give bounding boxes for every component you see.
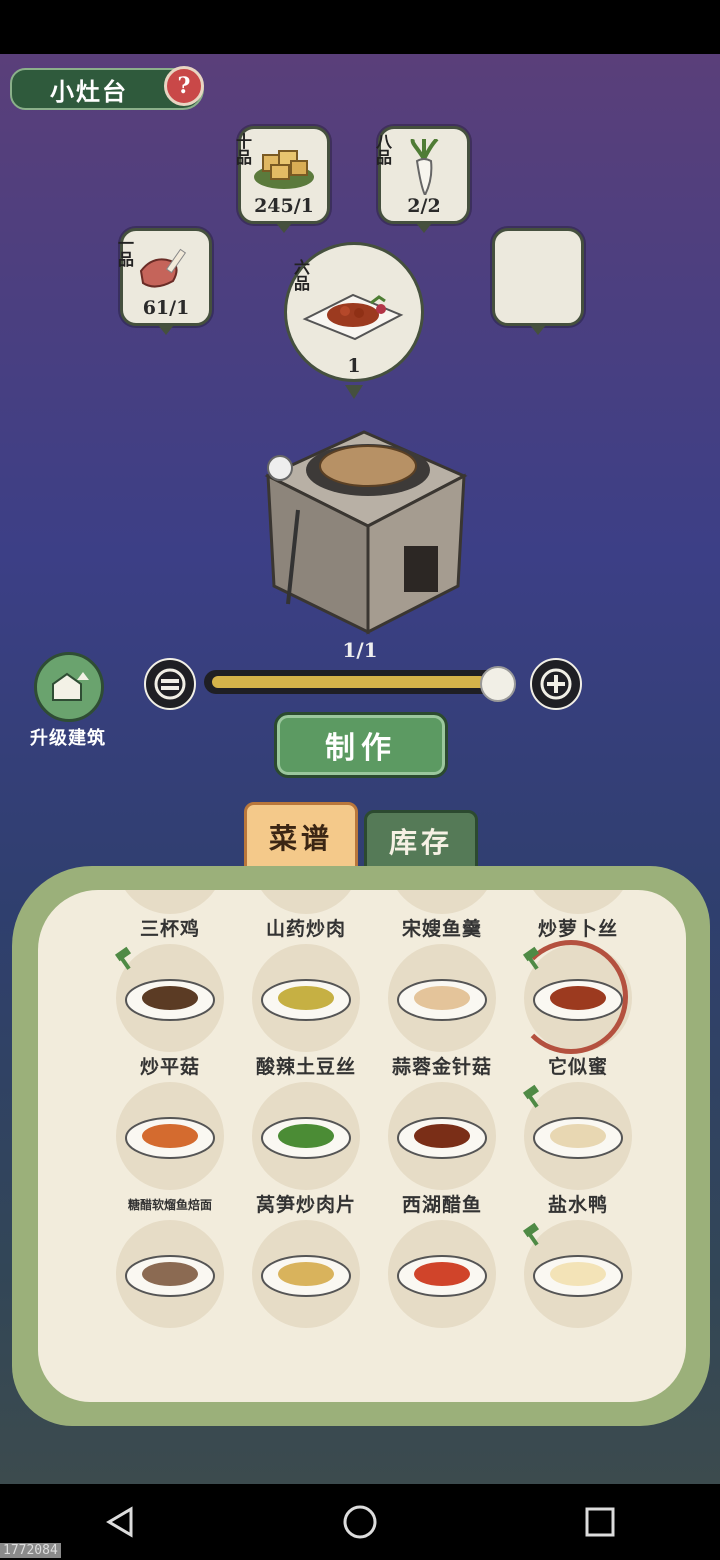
dish-icon xyxy=(125,1117,215,1159)
recipe-item[interactable]: 炒平菇 xyxy=(102,944,238,1080)
recipe-name: 炒萝卜丝 xyxy=(537,918,618,940)
ingredient-slot-empty[interactable] xyxy=(492,228,584,335)
tofu-icon xyxy=(254,150,314,189)
slot-grade: 一品 xyxy=(115,235,134,267)
hammer-icon xyxy=(114,946,132,970)
meat-icon xyxy=(139,248,187,288)
dish-icon xyxy=(533,1255,623,1297)
game-screen: 小灶台 ? 十品 245/1 八品 2/2 一品 61/1 六品 1 1/1 升… xyxy=(0,54,720,1484)
recipe-item[interactable]: 西湖醋鱼 xyxy=(374,1082,510,1218)
recipe-name: 三杯鸡 xyxy=(139,918,200,940)
recipe-item[interactable]: 糖醋软熘鱼焙面 xyxy=(102,1082,238,1218)
status-bar xyxy=(0,0,720,54)
dish-icon xyxy=(397,979,487,1021)
product-count: 1 xyxy=(347,355,361,377)
upgrade-building-button[interactable]: 升级建筑 xyxy=(20,652,116,750)
recipe-item[interactable]: 蒜蓉金针菇 xyxy=(374,944,510,1080)
page-title: 小灶台 xyxy=(50,77,128,106)
stove-image xyxy=(264,430,468,635)
recipe-name: 西湖醋鱼 xyxy=(401,1194,482,1216)
decrease-button[interactable] xyxy=(144,658,196,710)
upgrade-label: 升级建筑 xyxy=(30,728,106,749)
make-button[interactable]: 制作 xyxy=(274,712,448,778)
recipe-name: 宋嫂鱼羹 xyxy=(401,918,482,940)
recipe-name: 蒜蓉金针菇 xyxy=(391,1056,492,1078)
hammer-icon xyxy=(522,1222,540,1246)
recipe-item[interactable]: 它似蜜 xyxy=(510,940,646,1080)
system-nav-bar xyxy=(0,1484,720,1560)
dish-icon xyxy=(261,1255,351,1297)
tab-recipes[interactable]: 菜谱 xyxy=(244,802,358,872)
recipe-panel: 三杯鸡 山药炒肉 宋嫂鱼羹 炒萝卜丝炒平菇 酸辣土豆丝 蒜蓉金针菇 它似蜜糖醋软熘鱼焙面 莴笋… xyxy=(12,866,710,1426)
product-slot[interactable]: 六品 1 xyxy=(284,242,424,399)
recipe-item[interactable] xyxy=(102,1220,238,1356)
build-id: 1772084 xyxy=(0,1543,61,1558)
back-icon xyxy=(106,1506,133,1538)
recipe-list: 三杯鸡 山药炒肉 宋嫂鱼羹 炒萝卜丝炒平菇 酸辣土豆丝 蒜蓉金针菇 它似蜜糖醋软熘鱼焙面 莴笋… xyxy=(38,890,686,1402)
minus-icon xyxy=(154,668,186,700)
home-icon xyxy=(343,1505,377,1539)
radish-icon xyxy=(410,139,439,195)
title-banner: 小灶台 ? xyxy=(10,64,216,110)
recipe-name: 它似蜜 xyxy=(547,1056,608,1078)
slot-count: 245/1 xyxy=(254,195,314,217)
ingredient-slot-1[interactable]: 十品 245/1 xyxy=(233,126,330,233)
recipe-item[interactable] xyxy=(238,1220,374,1356)
recipe-name: 糖醋软熘鱼焙面 xyxy=(127,1198,212,1212)
recipe-name: 山药炒肉 xyxy=(265,918,346,940)
recipe-item[interactable]: 炒萝卜丝 xyxy=(510,890,646,942)
recipe-plate xyxy=(116,890,224,914)
recipe-name: 炒平菇 xyxy=(139,1056,200,1078)
dish-icon xyxy=(261,1117,351,1159)
ingredient-slot-2[interactable]: 八品 2/2 xyxy=(373,126,470,233)
increase-button[interactable] xyxy=(530,658,582,710)
recipe-item[interactable]: 三杯鸡 xyxy=(102,890,238,942)
dish-icon xyxy=(533,1117,623,1159)
dish-icon xyxy=(125,979,215,1021)
recipe-item[interactable]: 酸辣土豆丝 xyxy=(238,944,374,1080)
recipe-plate xyxy=(252,890,360,914)
hammer-icon xyxy=(522,1084,540,1108)
slot-grade: 八品 xyxy=(373,133,392,165)
dish-icon xyxy=(397,1117,487,1159)
home-button[interactable] xyxy=(330,1492,390,1552)
recipe-plate xyxy=(388,890,496,914)
tab-storage[interactable]: 库存 xyxy=(364,810,478,872)
dish-icon xyxy=(533,979,623,1021)
quantity-slider[interactable] xyxy=(204,666,516,702)
recipe-item[interactable]: 莴笋炒肉片 xyxy=(238,1082,374,1218)
help-icon[interactable]: ? xyxy=(164,66,204,106)
recents-button[interactable] xyxy=(570,1492,630,1552)
recipe-item[interactable]: 山药炒肉 xyxy=(238,890,374,942)
recipe-plate xyxy=(524,890,632,914)
hammer-icon xyxy=(522,946,540,970)
recipe-name: 酸辣土豆丝 xyxy=(255,1056,356,1078)
dish-icon xyxy=(302,293,404,341)
plus-icon xyxy=(540,668,572,700)
back-button[interactable] xyxy=(90,1492,150,1552)
recents-icon xyxy=(585,1507,615,1537)
slider-fill xyxy=(212,676,486,688)
recipe-name: 莴笋炒肉片 xyxy=(255,1194,356,1216)
recipe-item[interactable]: 宋嫂鱼羹 xyxy=(374,890,510,942)
slot-count: 2/2 xyxy=(407,195,441,217)
recipe-name: 盐水鸭 xyxy=(547,1194,608,1216)
stove-count: 1/1 xyxy=(342,638,378,662)
dish-icon xyxy=(397,1255,487,1297)
upgrade-icon xyxy=(34,652,104,722)
slider-thumb[interactable] xyxy=(480,666,516,702)
slot-count: 61/1 xyxy=(142,297,190,319)
recipe-item[interactable]: 盐水鸭 xyxy=(510,1082,646,1218)
recipe-item[interactable] xyxy=(374,1220,510,1356)
recipe-item[interactable] xyxy=(510,1220,646,1356)
slot-grade: 十品 xyxy=(233,133,252,165)
ingredient-slot-3[interactable]: 一品 61/1 xyxy=(115,228,212,335)
dish-icon xyxy=(125,1255,215,1297)
dish-icon xyxy=(261,979,351,1021)
